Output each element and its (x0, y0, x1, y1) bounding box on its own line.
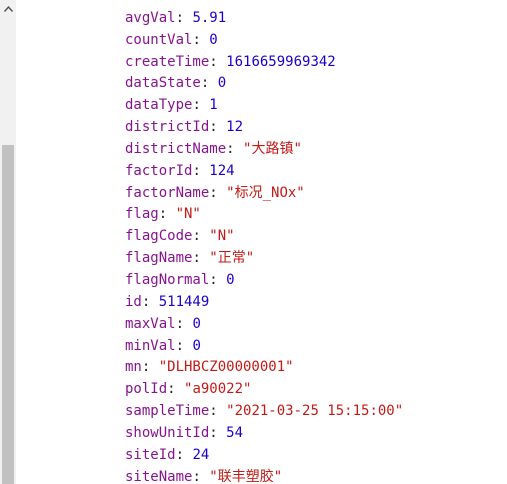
property-value: 0 (209, 31, 218, 48)
property-row[interactable]: siteId: 24 (125, 445, 403, 467)
property-key: countVal (125, 31, 193, 48)
property-value: 0 (192, 315, 201, 332)
property-separator: : (175, 337, 193, 354)
property-value: "联丰塑胶" (209, 468, 283, 484)
property-separator: : (192, 162, 210, 179)
property-value: 1 (209, 97, 218, 114)
property-row[interactable]: minVal: 0 (125, 336, 403, 358)
property-key: factorName (125, 184, 210, 201)
property-key: dataType (125, 97, 193, 114)
property-row[interactable]: sampleTime: "2021-03-25 15:15:00" (125, 401, 403, 423)
property-value: "正常" (209, 250, 255, 267)
property-value: 0 (217, 75, 227, 92)
property-key: flagName (125, 250, 193, 267)
property-value: "2021-03-25 15:15:00" (226, 403, 404, 420)
property-separator: : (192, 250, 210, 267)
property-key: mn (125, 359, 142, 376)
property-separator: : (175, 9, 193, 26)
property-separator: : (209, 0, 226, 4)
devtools-object-viewer: alarmState: 0avgVal: 5.91countVal: 0crea… (0, 0, 507, 484)
property-separator: : (192, 31, 210, 48)
property-key: alarmState (125, 0, 209, 4)
property-row[interactable]: flagName: "正常" (125, 248, 403, 270)
property-key: avgVal (125, 9, 176, 26)
property-value: 24 (192, 446, 210, 463)
property-value: "DLHBCZ00000001" (158, 359, 294, 376)
property-value: "N" (175, 206, 201, 223)
property-value: "标况_NOx" (226, 184, 305, 201)
property-row[interactable]: countVal: 0 (125, 30, 403, 52)
property-separator: : (141, 359, 159, 376)
property-value: 511449 (158, 293, 210, 310)
property-row[interactable]: avgVal: 5.91 (125, 8, 403, 30)
property-separator: : (175, 315, 193, 332)
property-separator: : (209, 403, 227, 420)
property-key: dataState (125, 75, 201, 92)
property-list: alarmState: 0avgVal: 5.91countVal: 0crea… (125, 0, 403, 484)
property-row[interactable]: dataState: 0 (125, 73, 403, 95)
property-key: showUnitId (125, 424, 210, 441)
property-value: 12 (226, 119, 244, 136)
property-separator: : (192, 228, 210, 245)
property-key: maxVal (125, 315, 176, 332)
vertical-scrollbar[interactable] (0, 0, 16, 484)
property-key: createTime (125, 53, 210, 70)
property-key: minVal (125, 337, 176, 354)
property-separator: : (192, 468, 210, 484)
property-key: flagCode (125, 228, 193, 245)
property-separator: : (141, 293, 159, 310)
property-separator: : (226, 140, 244, 157)
property-key: flagNormal (125, 271, 210, 288)
property-value: 0 (226, 0, 234, 4)
property-key: polId (125, 381, 168, 398)
property-key: districtName (125, 140, 227, 157)
chevron-up-icon (3, 5, 13, 12)
property-separator: : (192, 97, 210, 114)
property-value: "N" (209, 228, 235, 245)
property-row[interactable]: flag: "N" (125, 204, 403, 226)
property-separator: : (158, 206, 176, 223)
property-separator: : (209, 271, 227, 288)
property-row[interactable]: maxVal: 0 (125, 314, 403, 336)
property-separator: : (209, 53, 227, 70)
property-separator: : (209, 424, 227, 441)
property-value: 1616659969342 (226, 53, 336, 70)
property-row[interactable]: districtId: 12 (125, 117, 403, 139)
property-key: districtId (125, 119, 210, 136)
property-separator: : (209, 184, 227, 201)
property-key: siteName (125, 468, 193, 484)
property-key: siteId (125, 446, 176, 463)
property-row[interactable]: flagCode: "N" (125, 226, 403, 248)
property-row[interactable]: factorName: "标况_NOx" (125, 183, 403, 205)
property-separator: : (200, 75, 218, 92)
property-row[interactable]: alarmState: 0 (125, 0, 403, 8)
property-row[interactable]: polId: "a90022" (125, 379, 403, 401)
property-value: 5.91 (192, 9, 227, 26)
property-row[interactable]: siteName: "联丰塑胶" (125, 467, 403, 484)
property-row[interactable]: showUnitId: 54 (125, 423, 403, 445)
property-separator: : (209, 119, 227, 136)
property-row[interactable]: dataType: 1 (125, 95, 403, 117)
property-row[interactable]: id: 511449 (125, 292, 403, 314)
scroll-up-button[interactable] (0, 0, 16, 17)
property-value: "大路镇" (243, 140, 302, 157)
property-value: 124 (209, 162, 235, 179)
property-row[interactable]: createTime: 1616659969342 (125, 52, 403, 74)
property-separator: : (167, 381, 185, 398)
property-key: factorId (125, 162, 193, 179)
property-key: sampleTime (125, 403, 210, 420)
property-value: 0 (192, 337, 201, 354)
scrollbar-thumb[interactable] (2, 145, 14, 484)
property-separator: : (175, 446, 193, 463)
property-row[interactable]: flagNormal: 0 (125, 270, 403, 292)
property-row[interactable]: districtName: "大路镇" (125, 139, 403, 161)
property-row[interactable]: mn: "DLHBCZ00000001" (125, 357, 403, 379)
property-value: "a90022" (184, 381, 252, 398)
property-key: id (125, 293, 142, 310)
property-key: flag (125, 206, 159, 223)
property-value: 54 (226, 424, 244, 441)
property-row[interactable]: factorId: 124 (125, 161, 403, 183)
property-value: 0 (226, 271, 235, 288)
